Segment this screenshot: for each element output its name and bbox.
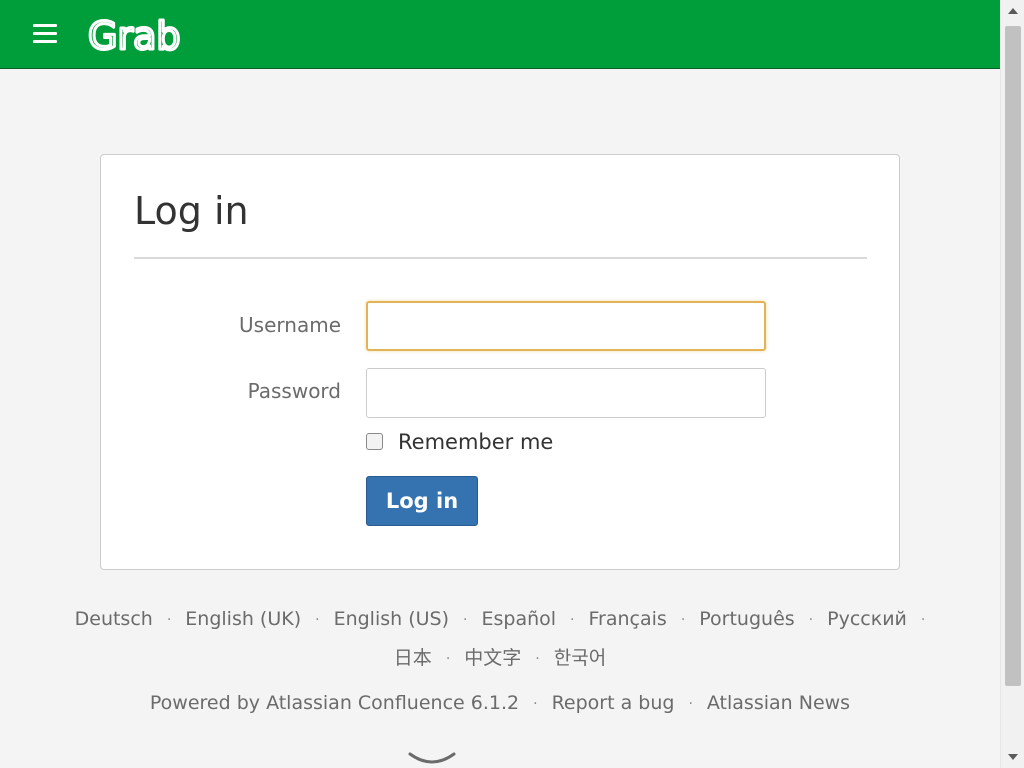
scroll-up-icon[interactable] xyxy=(1008,8,1018,14)
page-title: Log in xyxy=(134,189,249,233)
hamburger-line xyxy=(33,24,57,27)
separator: · xyxy=(463,611,468,628)
remember-me-checkbox[interactable] xyxy=(366,433,383,450)
language-link-deutsch[interactable]: Deutsch xyxy=(75,608,153,630)
hamburger-menu-icon[interactable] xyxy=(31,22,59,46)
login-button[interactable]: Log in xyxy=(366,476,478,526)
scrollbar-thumb[interactable] xyxy=(1005,26,1021,686)
remember-me-label[interactable]: Remember me xyxy=(398,430,553,454)
separator: · xyxy=(533,695,538,712)
grab-logo[interactable]: Grab xyxy=(88,14,190,56)
language-list-row: Deutsch · English (UK) · English (US) · Españo… xyxy=(0,608,1000,630)
language-link-korean[interactable]: 한국어 xyxy=(554,647,606,669)
footer-links-row: Powered by Atlassian Confluence 6.1.2 · Re… xyxy=(0,692,1000,714)
password-label: Password xyxy=(247,379,341,403)
separator: · xyxy=(920,611,926,628)
separator: · xyxy=(166,611,172,628)
hamburger-line xyxy=(33,40,57,43)
report-bug-link[interactable]: Report a bug xyxy=(552,692,675,714)
separator: · xyxy=(315,611,320,628)
password-input[interactable] xyxy=(366,368,766,418)
username-input[interactable] xyxy=(366,301,766,351)
language-link-espanol[interactable]: Español xyxy=(481,608,556,630)
language-link-russian[interactable]: Русский xyxy=(827,608,907,630)
page-scrollbar[interactable] xyxy=(1000,0,1024,768)
language-link-portugues[interactable]: Português xyxy=(699,608,794,630)
grab-logo-text: Grab xyxy=(88,14,180,56)
separator: · xyxy=(688,695,693,712)
atlassian-news-link[interactable]: Atlassian News xyxy=(707,692,850,714)
separator: · xyxy=(570,611,575,628)
language-link-english-us[interactable]: English (US) xyxy=(334,608,449,630)
top-navigation-bar: Grab xyxy=(0,0,1000,69)
hamburger-line xyxy=(33,32,57,35)
atlassian-logo-partial xyxy=(408,752,456,764)
language-list-row: 日本 · 中文字 · 한국어 xyxy=(0,643,1000,670)
separator: · xyxy=(808,611,814,628)
language-link-chinese[interactable]: 中文字 xyxy=(464,647,521,669)
login-card: Log in Username Password Remember me Log… xyxy=(100,154,900,570)
title-divider xyxy=(134,257,867,259)
separator: · xyxy=(680,611,686,628)
language-link-francais[interactable]: Français xyxy=(589,608,667,630)
language-link-japanese[interactable]: 日本 xyxy=(394,647,432,669)
username-label: Username xyxy=(239,313,341,337)
separator: · xyxy=(445,650,451,667)
separator: · xyxy=(535,650,540,667)
scroll-down-icon[interactable] xyxy=(1008,754,1018,760)
powered-by-link[interactable]: Powered by Atlassian Confluence 6.1.2 xyxy=(150,692,519,714)
language-link-english-uk[interactable]: English (UK) xyxy=(185,608,301,630)
